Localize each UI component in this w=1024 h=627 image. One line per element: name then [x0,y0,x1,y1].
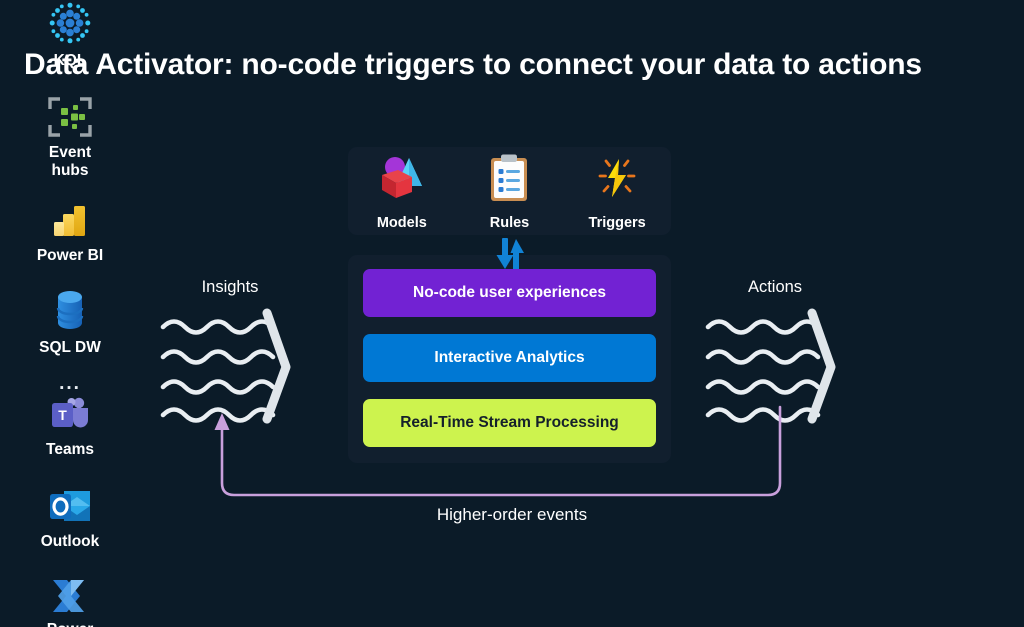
models-shapes-icon [376,153,428,208]
pillar-label-models: Models [376,215,427,231]
pillars-row: Models Rules Triggers [348,153,671,231]
bar-label-interactive-analytics: Interactive Analytics [434,349,585,366]
higher-order-events-loop [200,405,810,515]
source-item-power-bi[interactable]: Power BI [0,199,140,265]
power-bi-icon [49,199,91,241]
pillar-label-rules: Rules [489,215,530,231]
source-item-sql-dw[interactable]: SQL DW [0,287,140,357]
svg-text:T: T [58,407,67,423]
feedback-loop-label: Higher-order events [436,505,588,524]
rules-clipboard-icon [486,153,532,208]
kql-icon [47,0,93,46]
destination-label-outlook: Outlook [40,532,100,550]
destination-label-teams: Teams [46,441,94,459]
power-automate-icon [47,577,93,615]
triggers-lightning-icon [592,153,642,208]
teams-icon: T [49,395,91,435]
bar-no-code-user-experiences[interactable]: No-code user experiences [363,269,656,317]
slide-canvas: Data Activator: no-code triggers to conn… [0,0,1024,627]
event-hubs-icon [46,96,94,138]
destination-item-teams[interactable]: T Teams [0,395,140,459]
actions-label: Actions [747,278,803,296]
destination-item-power-automate[interactable]: Power automate [0,577,140,627]
pillar-label-triggers: Triggers [588,215,646,231]
source-item-event-hubs[interactable]: Event hubs [0,96,140,180]
page-title: Data Activator: no-code triggers to conn… [24,48,922,81]
source-label-event-hubs: Event hubs [48,143,92,179]
pillar-rules[interactable]: Rules [461,153,557,231]
insights-label: Insights [201,278,259,296]
destination-label-power-automate: Power automate [36,621,105,627]
bidirectional-arrows-icon [348,237,671,271]
sql-dw-icon [49,287,91,333]
bar-label-no-code: No-code user experiences [413,284,606,301]
source-label-sql-dw: SQL DW [39,339,101,357]
source-label-power-bi: Power BI [36,247,104,265]
sources-more-indicator: ... [59,373,81,395]
pillar-triggers[interactable]: Triggers [569,153,665,231]
bar-interactive-analytics[interactable]: Interactive Analytics [363,334,656,382]
pillar-models[interactable]: Models [354,153,450,231]
